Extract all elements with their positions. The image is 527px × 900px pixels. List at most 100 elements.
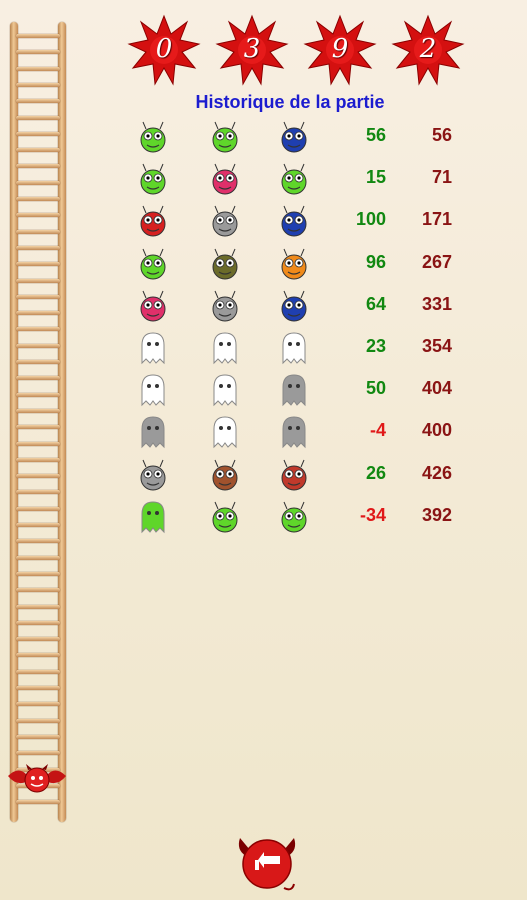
score-digit-text: 9 (331, 34, 349, 64)
row-points: 64 (365, 293, 386, 314)
green-alien-icon (134, 245, 172, 283)
ladder-rung (16, 653, 60, 658)
ladder-rung (16, 82, 60, 87)
ladder-rung (16, 294, 60, 299)
ladder-rung (16, 425, 60, 430)
green-smiley-alien-icon (206, 118, 244, 156)
blue-spiky-monster-icon (275, 202, 313, 240)
row-points: 15 (365, 167, 386, 188)
pink-spotted-monster-icon (134, 287, 172, 325)
row-total: 354 (421, 335, 452, 356)
row-points: -34 (359, 504, 386, 525)
ladder-rung (16, 376, 60, 381)
white-ghost-icon (206, 413, 244, 451)
ladder-rung (16, 262, 60, 267)
ladder-rung (16, 686, 60, 690)
brown-tree-monster-icon (206, 456, 244, 494)
row-points: -4 (369, 420, 386, 441)
ladder-rung (16, 327, 60, 332)
score-digit-4: 2 (391, 14, 465, 86)
row-points: 23 (365, 335, 386, 356)
ladder-rung (16, 180, 60, 185)
ladder-rung (16, 278, 60, 283)
row-total: 331 (421, 293, 452, 314)
blue-robot-alien-icon (275, 287, 313, 325)
ladder-rung (16, 474, 60, 479)
history-row: 96 267 (128, 243, 488, 285)
row-total: 267 (421, 251, 452, 272)
score-digit-1: 0 (127, 14, 201, 86)
history-row: 23 354 (128, 327, 488, 369)
ladder-rung (16, 229, 60, 234)
back-button[interactable] (234, 832, 300, 894)
ladder-rung (16, 99, 60, 104)
grey-alien-icon (206, 202, 244, 240)
grey-skull-ghost-icon (134, 413, 172, 451)
row-total: 400 (421, 420, 452, 441)
ladder-rung (16, 588, 60, 593)
ladder-rung (16, 604, 60, 609)
ladder-rung (16, 115, 60, 120)
history-row: -4 400 (128, 411, 488, 453)
ladder-rung (16, 734, 60, 739)
red-blob-monster-icon (134, 202, 172, 240)
green-alien-monster-icon (134, 118, 172, 156)
history-row: 100 171 (128, 200, 488, 242)
ladder-rung (16, 66, 60, 71)
row-total: 404 (421, 378, 452, 399)
ladder-rung (16, 702, 60, 707)
row-points: 96 (365, 251, 386, 272)
ladder-rung (16, 718, 60, 723)
white-ghost-red-icon (275, 329, 313, 367)
ladder-rung (16, 571, 60, 576)
olive-alien-icon (206, 245, 244, 283)
row-total: 71 (431, 167, 452, 188)
score-digit-text: 3 (243, 34, 261, 64)
devil-marker-icon (8, 764, 66, 793)
grey-alien-icon (206, 287, 244, 325)
green-smiley-alien-icon (134, 160, 172, 198)
row-total: 171 (421, 209, 452, 230)
ghost-with-box-icon (275, 371, 313, 409)
ladder-rung (16, 148, 60, 153)
row-points: 50 (365, 378, 386, 399)
row-total: 426 (421, 462, 452, 483)
ladder-rung (16, 555, 60, 560)
history-row: 26 426 (128, 454, 488, 496)
score-digit-text: 2 (419, 34, 437, 64)
score-digit-text: 0 (155, 34, 173, 64)
history-row: 15 71 (128, 158, 488, 200)
ladder-rung (16, 408, 60, 413)
ladder-rung (16, 311, 60, 316)
history-table: 56 56 15 71 100 171 96 267 64 331 23 354 50 404 -4 400 2… (128, 116, 488, 538)
ladder-rung (16, 523, 60, 527)
ladder-rung (16, 620, 60, 625)
ladder-rung (16, 669, 60, 674)
ladder-rung (16, 50, 60, 55)
ladder-rung (16, 506, 60, 511)
score-digit-3: 9 (303, 14, 377, 86)
pink-fairy-icon (206, 160, 244, 198)
row-points: 26 (365, 462, 386, 483)
row-total: 56 (431, 125, 452, 145)
history-row: 56 56 (128, 116, 488, 158)
green-slime-ghost-icon (134, 498, 172, 536)
orange-one-eye-monster-icon (275, 245, 313, 283)
ladder-rung (16, 34, 60, 38)
grey-werewolf-icon (134, 456, 172, 494)
ladder-rung (16, 164, 60, 169)
green-zombie-icon (206, 498, 244, 536)
ladder-rung (16, 539, 60, 544)
history-title: Historique de la partie (195, 92, 385, 112)
ladder-rung (16, 800, 60, 805)
score-display: 0 3 9 2 (127, 14, 477, 86)
ladder-rung (16, 245, 60, 250)
ladder-rung (16, 441, 60, 446)
grey-ghost-icon (275, 413, 313, 451)
ladder-rung (16, 392, 60, 397)
score-digit-2: 3 (215, 14, 289, 86)
green-dragon-icon (275, 498, 313, 536)
history-row: 50 404 (128, 369, 488, 411)
outline-ghost-icon (206, 371, 244, 409)
history-row: 64 331 (128, 285, 488, 327)
